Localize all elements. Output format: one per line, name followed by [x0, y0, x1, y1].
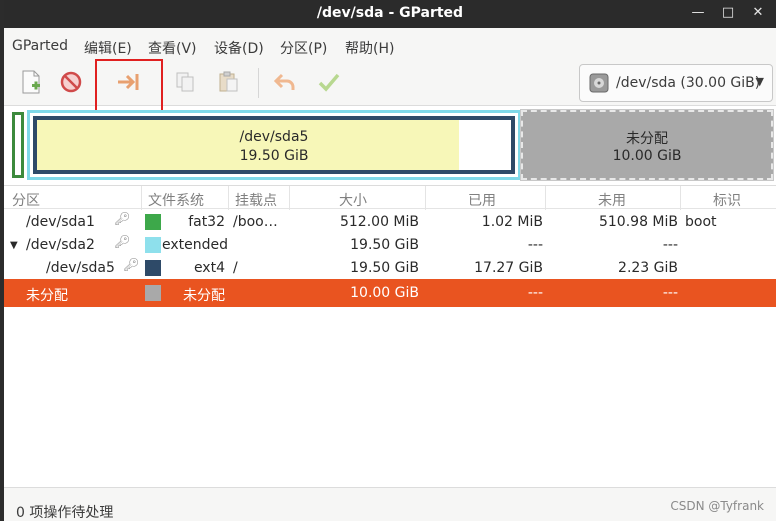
col-size[interactable]: 大小 [339, 190, 367, 210]
cell-used: --- [527, 285, 543, 301]
cell-filesystem: extended [162, 237, 229, 253]
cell-partition: /dev/sda1 [26, 214, 95, 230]
new-partition-icon[interactable] [14, 66, 48, 98]
pending-operations-text: 0 项操作待处理 [16, 505, 114, 521]
partition-map-unallocated[interactable]: 未分配 10.00 GiB [520, 109, 774, 181]
column-divider [545, 186, 546, 210]
title-bar: /dev/sda - GParted — □ ✕ [4, 0, 776, 28]
paste-icon[interactable] [212, 66, 246, 98]
cell-size: 512.00 MiB [339, 214, 419, 230]
window-title: /dev/sda - GParted [316, 5, 464, 21]
apply-icon[interactable] [312, 66, 346, 98]
key-icon: 🔑︎ [114, 212, 131, 227]
hard-disk-icon [589, 73, 609, 93]
col-partition[interactable]: 分区 [12, 190, 40, 210]
column-divider [289, 186, 290, 210]
cell-unused: 510.98 MiB [598, 214, 678, 230]
col-unused[interactable]: 未用 [598, 190, 626, 210]
col-mountpoint[interactable]: 挂载点 [235, 190, 277, 210]
menu-edit[interactable]: 编辑(E) [84, 38, 132, 58]
col-used[interactable]: 已用 [468, 190, 496, 210]
cell-unused: --- [662, 237, 678, 253]
menu-view[interactable]: 查看(V) [148, 38, 197, 58]
cell-partition: /dev/sda2 [26, 237, 95, 253]
expander-arrow-icon[interactable]: ▼ [10, 240, 18, 251]
cell-size: 19.50 GiB [350, 237, 419, 253]
table-row-sda2[interactable]: ▼ /dev/sda2 🔑︎ extended 19.50 GiB --- --… [4, 233, 776, 257]
cell-unused: 2.23 GiB [618, 260, 678, 276]
cell-filesystem: ext4 [193, 260, 225, 276]
partition-map-sda2[interactable]: /dev/sda5 19.50 GiB [27, 110, 521, 180]
table-row-sda5[interactable]: /dev/sda5 🔑︎ ext4 / 19.50 GiB 17.27 GiB … [4, 256, 776, 280]
cell-flags: boot [685, 214, 717, 230]
cell-partition: 未分配 [26, 288, 68, 304]
cell-filesystem: fat32 [188, 214, 225, 230]
undo-icon[interactable] [268, 66, 302, 98]
col-filesystem[interactable]: 文件系统 [148, 190, 204, 210]
table-header: 分区 文件系统 挂载点 大小 已用 未用 标识 [4, 185, 776, 210]
filesystem-color-swatch [145, 237, 161, 253]
status-bar: 0 项操作待处理 CSDN @Tyfrank [4, 487, 776, 521]
column-divider [228, 186, 229, 210]
sda5-map-name: /dev/sda5 [239, 129, 309, 145]
cell-used: 17.27 GiB [474, 260, 543, 276]
unallocated-map-size: 10.00 GiB [612, 148, 682, 164]
cell-mountpoint: /boo… [233, 214, 278, 230]
close-icon[interactable]: ✕ [748, 3, 768, 23]
resize-move-highlight [95, 59, 163, 115]
maximize-icon[interactable]: □ [718, 3, 738, 23]
table-row-sda1[interactable]: /dev/sda1 🔑︎ fat32 /boo… 512.00 MiB 1.02… [4, 210, 776, 234]
chevron-down-icon: ▼ [755, 75, 764, 88]
filesystem-color-swatch [145, 260, 161, 276]
sda5-map-size: 19.50 GiB [239, 148, 309, 164]
column-divider [425, 186, 426, 210]
cell-size: 10.00 GiB [350, 285, 419, 301]
device-selector-label: /dev/sda (30.00 GiB) [616, 75, 761, 91]
table-row-unallocated[interactable]: 未分配 未分配 10.00 GiB --- --- [4, 279, 776, 307]
filesystem-color-swatch [145, 285, 161, 301]
copy-icon[interactable] [168, 66, 202, 98]
watermark: CSDN @Tyfrank [670, 499, 764, 513]
cell-size: 19.50 GiB [350, 260, 419, 276]
minimize-icon[interactable]: — [688, 3, 708, 23]
menu-gparted[interactable]: GParted [12, 38, 68, 54]
col-flags[interactable]: 标识 [713, 190, 741, 210]
toolbar-separator [258, 68, 259, 98]
cell-mountpoint: / [233, 260, 238, 276]
cell-unused: --- [662, 285, 678, 301]
unallocated-map-name: 未分配 [626, 131, 668, 147]
menu-device[interactable]: 设备(D) [214, 38, 264, 58]
column-divider [141, 186, 142, 210]
cell-used: --- [527, 237, 543, 253]
partition-table: 分区 文件系统 挂载点 大小 已用 未用 标识 /dev/sda1 🔑︎ fat… [4, 185, 776, 485]
column-divider [680, 186, 681, 210]
menu-help[interactable]: 帮助(H) [345, 38, 394, 58]
partition-map-sda5[interactable]: /dev/sda5 19.50 GiB [33, 116, 515, 174]
menu-partition[interactable]: 分区(P) [280, 38, 327, 58]
device-selector[interactable]: /dev/sda (30.00 GiB) ▼ [579, 64, 773, 102]
cell-filesystem: 未分配 [183, 288, 225, 304]
gparted-window: /dev/sda - GParted — □ ✕ GParted 编辑(E) 查… [4, 0, 776, 521]
cell-used: 1.02 MiB [481, 214, 543, 230]
delete-icon[interactable] [54, 66, 88, 98]
key-icon: 🔑︎ [123, 258, 140, 273]
key-icon: 🔑︎ [114, 235, 131, 250]
partition-map-sda1[interactable] [12, 112, 24, 178]
cell-partition: /dev/sda5 [46, 260, 115, 276]
filesystem-color-swatch [145, 214, 161, 230]
menu-bar: GParted 编辑(E) 查看(V) 设备(D) 分区(P) 帮助(H) [4, 28, 776, 58]
